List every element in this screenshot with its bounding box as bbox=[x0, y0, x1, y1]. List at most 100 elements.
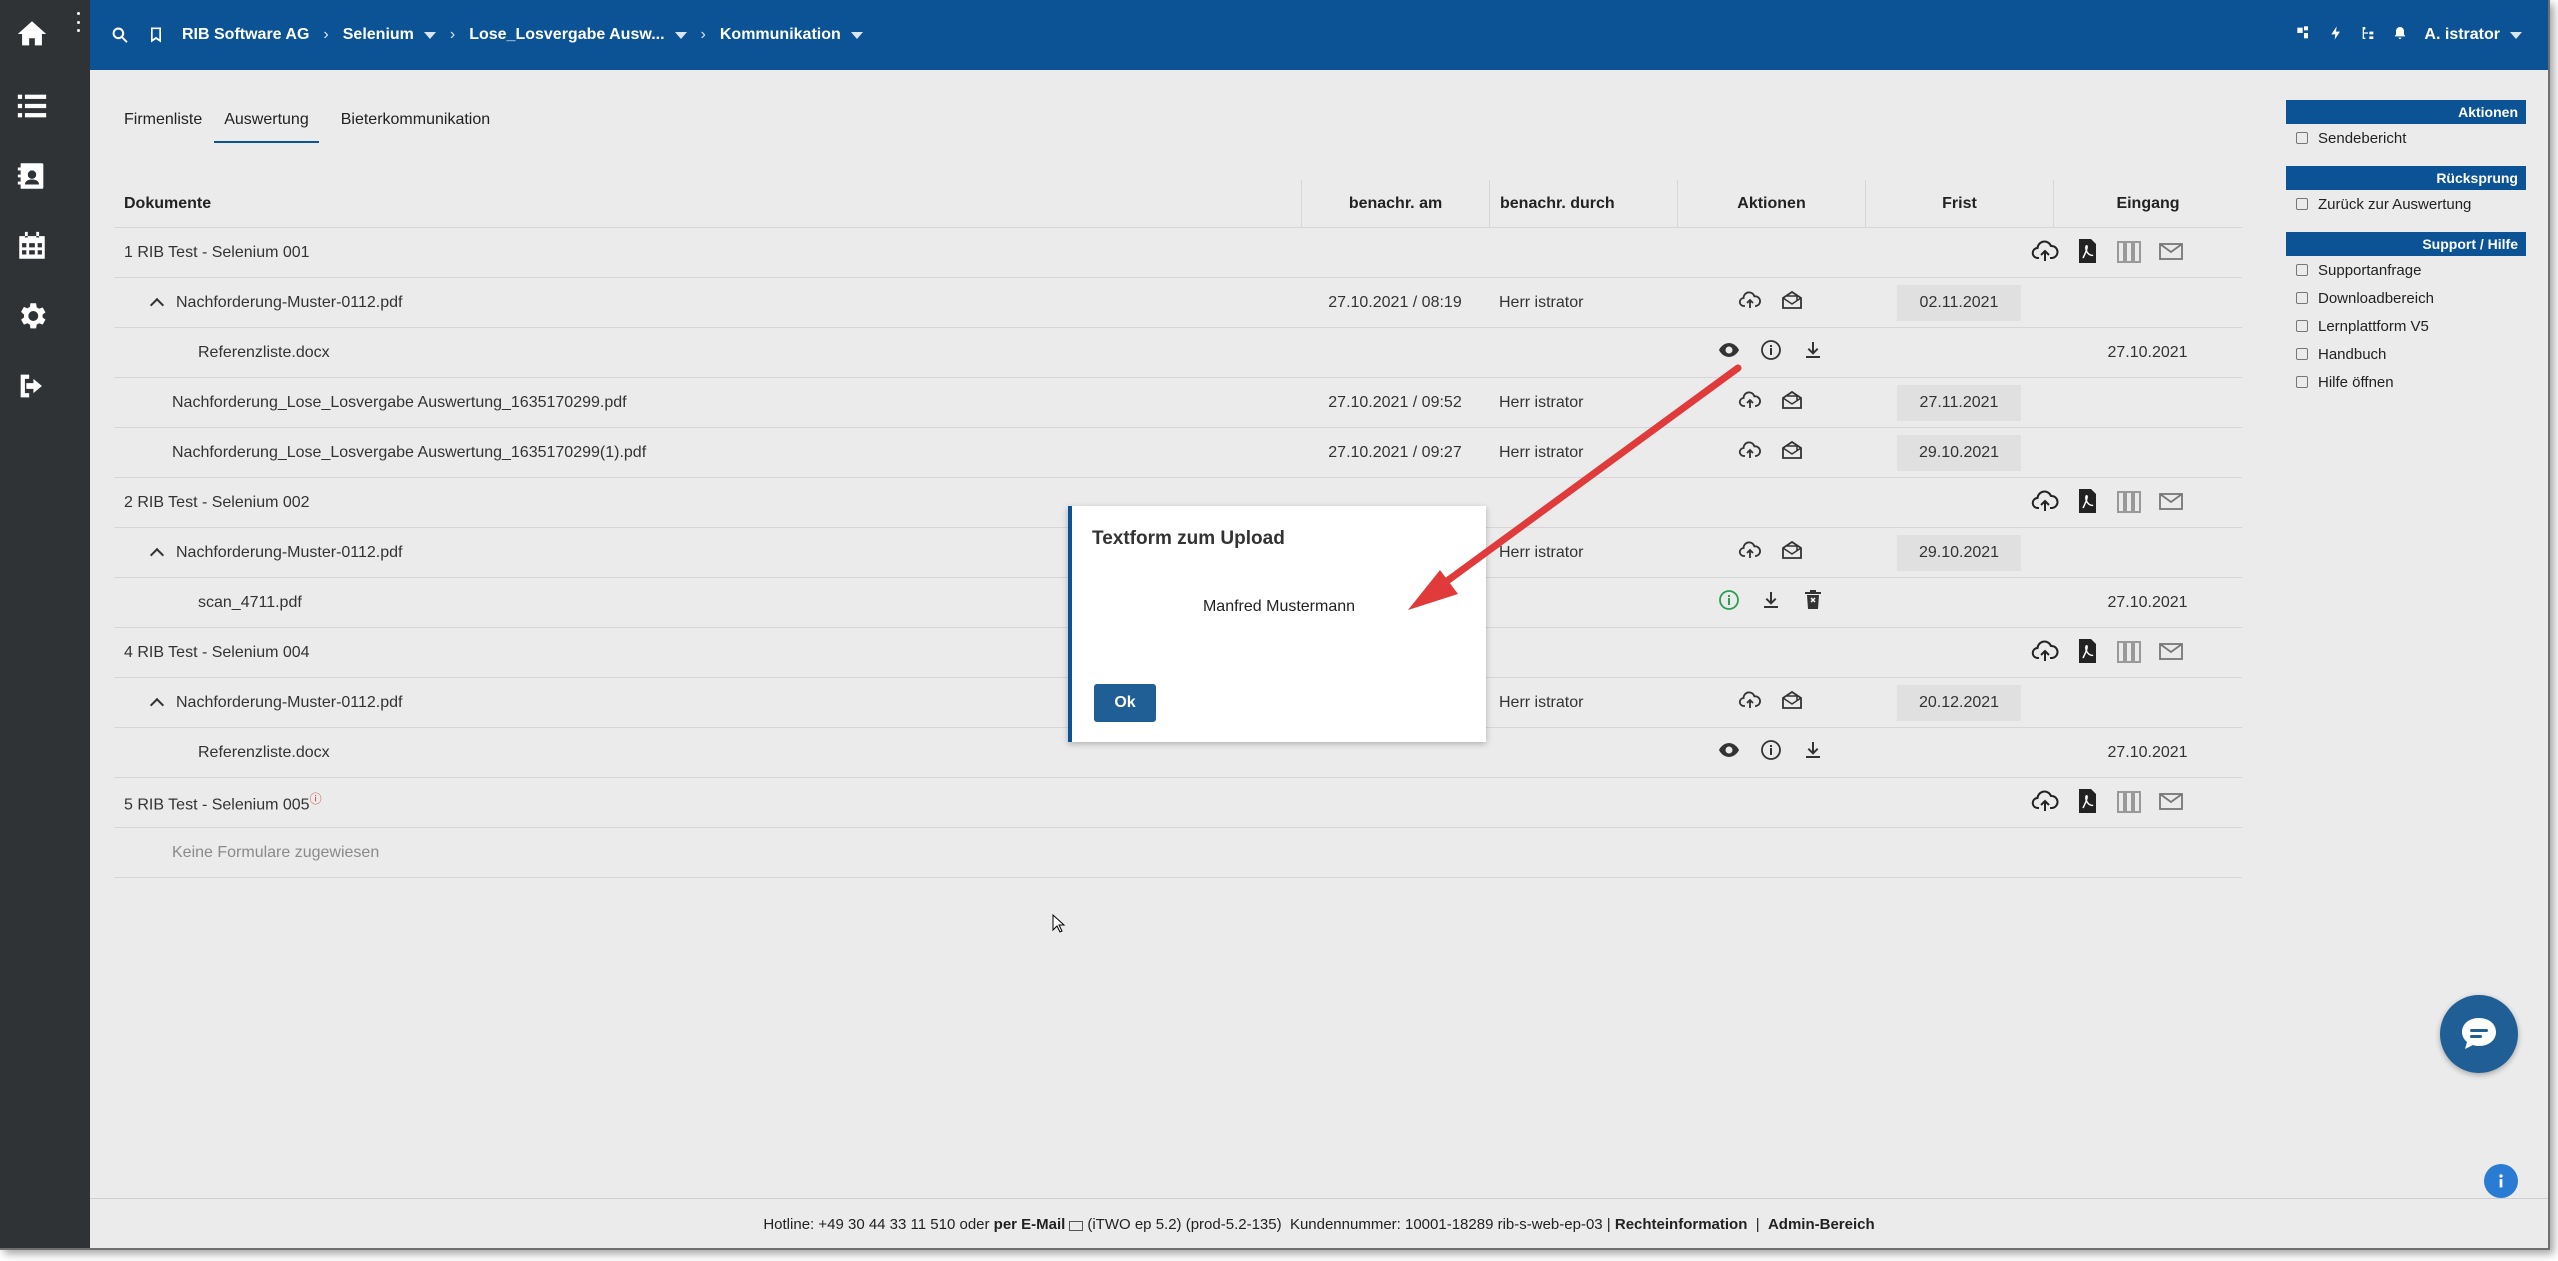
mail-icon[interactable] bbox=[2156, 236, 2186, 271]
mail-open-icon[interactable] bbox=[1780, 538, 1804, 567]
document-name[interactable]: Nachforderung-Muster-0112.pdf bbox=[176, 294, 403, 311]
column-header-notified-by[interactable]: benachr. durch bbox=[1489, 179, 1677, 228]
document-name[interactable]: Nachforderung_Lose_Losvergabe Auswertung… bbox=[114, 444, 1301, 462]
trash-icon[interactable] bbox=[1801, 588, 1825, 617]
binders-icon[interactable] bbox=[2114, 636, 2144, 671]
info-icon[interactable] bbox=[1759, 738, 1783, 767]
chevron-up-icon[interactable] bbox=[149, 547, 165, 562]
bell-icon[interactable] bbox=[2392, 25, 2408, 46]
ok-button[interactable]: Ok bbox=[1094, 684, 1156, 722]
document-name[interactable]: Referenzliste.docx bbox=[114, 744, 1301, 762]
mail-open-icon[interactable] bbox=[1780, 288, 1804, 317]
download-icon[interactable] bbox=[1801, 338, 1825, 367]
column-header-notified-at[interactable]: benachr. am bbox=[1301, 179, 1489, 228]
breadcrumb-separator: › bbox=[449, 26, 456, 43]
deadline-field[interactable]: 20.12.2021 bbox=[1897, 684, 2021, 721]
column-header-received[interactable]: Eingang bbox=[2053, 179, 2242, 228]
footer-admin-link[interactable]: Admin-Bereich bbox=[1768, 1216, 1875, 1233]
panel-link-open-help[interactable]: Hilfe öffnen bbox=[2286, 368, 2526, 396]
calendar-icon[interactable] bbox=[0, 214, 64, 278]
sitemap-icon[interactable] bbox=[2360, 25, 2376, 46]
document-name[interactable]: Nachforderung-Muster-0112.pdf bbox=[176, 694, 403, 711]
deadline-field[interactable]: 27.11.2021 bbox=[1897, 384, 2021, 421]
footer-separator: | bbox=[1755, 1216, 1760, 1233]
eye-icon[interactable] bbox=[1717, 338, 1741, 367]
cloud-upload-icon[interactable] bbox=[1738, 388, 1762, 417]
table-row: Referenzliste.docx 27.10.2021 bbox=[114, 328, 2242, 378]
panel-link-learning-platform[interactable]: Lernplattform V5 bbox=[2286, 312, 2526, 340]
chevron-down-icon[interactable] bbox=[850, 31, 863, 39]
document-name[interactable]: Referenzliste.docx bbox=[114, 344, 1301, 362]
widgets-icon[interactable] bbox=[2296, 25, 2312, 46]
chevron-up-icon[interactable] bbox=[149, 297, 165, 312]
cloud-upload-icon[interactable] bbox=[2030, 236, 2060, 271]
eye-icon[interactable] bbox=[1717, 738, 1741, 767]
cloud-upload-icon[interactable] bbox=[2030, 786, 2060, 821]
cloud-upload-icon[interactable] bbox=[1738, 538, 1762, 567]
breadcrumb-project[interactable]: Selenium bbox=[343, 26, 436, 44]
chevron-down-icon[interactable] bbox=[423, 31, 436, 39]
group-actions bbox=[2030, 628, 2186, 678]
mail-icon[interactable] bbox=[2156, 786, 2186, 821]
info-icon[interactable] bbox=[1759, 338, 1783, 367]
home-icon[interactable] bbox=[0, 2, 64, 66]
cloud-upload-icon[interactable] bbox=[2030, 636, 2060, 671]
panel-link-back-to-evaluation[interactable]: Zurück zur Auswertung bbox=[2286, 190, 2526, 218]
chevron-down-icon[interactable] bbox=[674, 31, 687, 39]
binders-icon[interactable] bbox=[2114, 236, 2144, 271]
table-row: Nachforderung-Muster-0112.pdf 27.10.2021… bbox=[114, 278, 2242, 328]
user-menu[interactable]: A. istrator bbox=[2424, 26, 2522, 44]
flash-icon[interactable] bbox=[2328, 25, 2344, 46]
breadcrumb-procedure[interactable]: Lose_Losvergabe Ausw... bbox=[469, 26, 687, 44]
document-name[interactable]: Nachforderung_Lose_Losvergabe Auswertung… bbox=[114, 394, 1301, 412]
download-icon[interactable] bbox=[1801, 738, 1825, 767]
cloud-upload-icon[interactable] bbox=[1738, 288, 1762, 317]
info-alert-icon[interactable]: ⓘ bbox=[310, 792, 322, 806]
gear-icon[interactable] bbox=[0, 284, 64, 348]
footer-email-link[interactable]: per E-Mail bbox=[994, 1216, 1066, 1233]
deadline-field[interactable]: 29.10.2021 bbox=[1897, 534, 2021, 571]
breadcrumb-company[interactable]: RIB Software AG bbox=[182, 26, 309, 44]
chat-button[interactable] bbox=[2440, 995, 2518, 1073]
deadline-field[interactable]: 02.11.2021 bbox=[1897, 284, 2021, 321]
empty-message: Keine Formulare zugewiesen bbox=[172, 843, 380, 861]
breadcrumb-communication[interactable]: Kommunikation bbox=[720, 26, 863, 44]
mail-open-icon[interactable] bbox=[1780, 438, 1804, 467]
panel-link-send-report[interactable]: Sendebericht bbox=[2286, 124, 2526, 152]
panel-link-support-request[interactable]: Supportanfrage bbox=[2286, 256, 2526, 284]
pdf-icon[interactable] bbox=[2072, 236, 2102, 271]
chevron-up-icon[interactable] bbox=[149, 697, 165, 712]
mail-open-icon[interactable] bbox=[1780, 688, 1804, 717]
binders-icon[interactable] bbox=[2114, 786, 2144, 821]
document-name[interactable]: Nachforderung-Muster-0112.pdf bbox=[176, 544, 403, 561]
pdf-icon[interactable] bbox=[2072, 786, 2102, 821]
footer-legal-link[interactable]: Rechteinformation bbox=[1615, 1216, 1748, 1233]
download-icon[interactable] bbox=[1759, 588, 1783, 617]
mail-icon[interactable] bbox=[2156, 486, 2186, 521]
tab-firmenliste[interactable]: Firmenliste bbox=[124, 108, 202, 143]
cloud-upload-icon[interactable] bbox=[1738, 688, 1762, 717]
mail-icon[interactable] bbox=[2156, 636, 2186, 671]
cloud-upload-icon[interactable] bbox=[2030, 486, 2060, 521]
pdf-icon[interactable] bbox=[2072, 486, 2102, 521]
help-button[interactable] bbox=[2484, 1164, 2518, 1198]
binders-icon[interactable] bbox=[2114, 486, 2144, 521]
column-header-deadline[interactable]: Frist bbox=[1865, 179, 2053, 228]
menu-dots-icon[interactable] bbox=[74, 12, 82, 32]
column-header-documents[interactable]: Dokumente bbox=[114, 195, 1301, 213]
bookmark-icon[interactable] bbox=[146, 25, 166, 45]
chevron-down-icon[interactable] bbox=[2510, 31, 2522, 39]
cloud-upload-icon[interactable] bbox=[1738, 438, 1762, 467]
tab-auswertung[interactable]: Auswertung bbox=[214, 108, 319, 143]
panel-link-manual[interactable]: Handbuch bbox=[2286, 340, 2526, 368]
panel-link-download-area[interactable]: Downloadbereich bbox=[2286, 284, 2526, 312]
info-green-icon[interactable] bbox=[1717, 588, 1741, 617]
contacts-icon[interactable] bbox=[0, 144, 64, 208]
deadline-field[interactable]: 29.10.2021 bbox=[1897, 434, 2021, 471]
list-icon[interactable] bbox=[0, 74, 64, 138]
search-icon[interactable] bbox=[110, 25, 130, 45]
pdf-icon[interactable] bbox=[2072, 636, 2102, 671]
mail-open-icon[interactable] bbox=[1780, 388, 1804, 417]
logout-icon[interactable] bbox=[0, 354, 64, 418]
tab-bieterkommunikation[interactable]: Bieterkommunikation bbox=[341, 108, 490, 143]
